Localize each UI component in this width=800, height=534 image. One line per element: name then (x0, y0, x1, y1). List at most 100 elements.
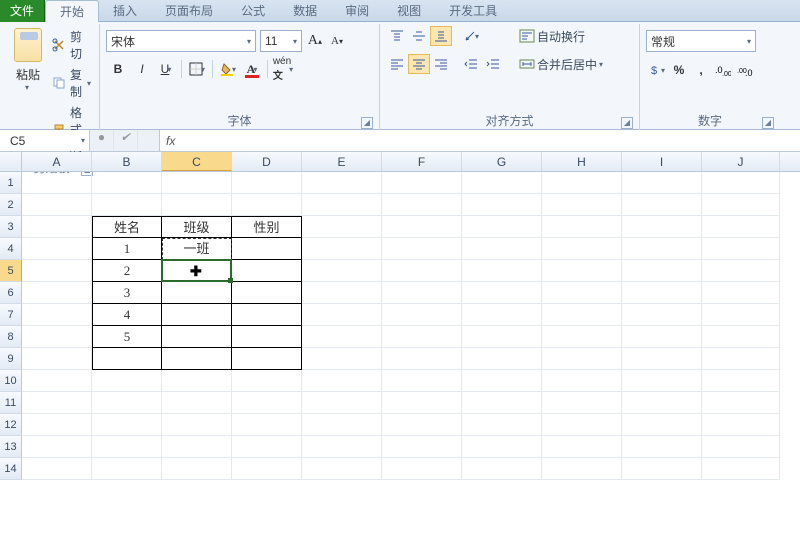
decrease-indent-button[interactable] (460, 54, 482, 74)
italic-button[interactable]: I (130, 58, 154, 80)
row-header-1[interactable]: 1 (0, 172, 22, 194)
cell-C5[interactable] (162, 260, 232, 282)
cancel-fx-button[interactable]: ● (90, 130, 114, 151)
font-family-combo[interactable]: 宋体▾ (106, 30, 256, 52)
cell-D6[interactable] (232, 282, 302, 304)
col-header-I[interactable]: I (622, 152, 702, 171)
tab-formulas[interactable]: 公式 (227, 0, 279, 22)
row-header-2[interactable]: 2 (0, 194, 22, 216)
cells-area[interactable]: 姓名 班级 性别 1 一班 2 3 (22, 172, 800, 480)
spreadsheet-grid[interactable]: A B C D E F G H I J 1 2 3 4 5 6 7 8 9 10… (0, 152, 800, 480)
paste-dropdown[interactable]: ▾ (25, 83, 29, 92)
row-header-7[interactable]: 7 (0, 304, 22, 326)
col-header-A[interactable]: A (22, 152, 92, 171)
increase-indent-button[interactable] (482, 54, 504, 74)
select-all-corner[interactable] (0, 152, 22, 171)
tab-developer[interactable]: 开发工具 (435, 0, 511, 22)
cell-D3[interactable]: 性别 (232, 216, 302, 238)
enter-fx-button[interactable]: ✔ (114, 130, 138, 151)
cell-D4[interactable] (232, 238, 302, 260)
cell-C4[interactable]: 一班 (162, 238, 232, 260)
comma-button[interactable]: , (690, 60, 712, 80)
row-header-9[interactable]: 9 (0, 348, 22, 370)
wrap-text-label: 自动换行 (537, 28, 585, 45)
tab-review[interactable]: 审阅 (331, 0, 383, 22)
cell-D8[interactable] (232, 326, 302, 348)
ribbon-tabs: 文件 开始 插入 页面布局 公式 数据 审阅 视图 开发工具 (0, 0, 800, 22)
cell-D7[interactable] (232, 304, 302, 326)
cell-C8[interactable] (162, 326, 232, 348)
accounting-format-button[interactable]: $▾ (646, 60, 668, 80)
fx-icon[interactable]: fx (160, 134, 175, 148)
tab-data[interactable]: 数据 (279, 0, 331, 22)
font-size-combo[interactable]: 11▾ (260, 30, 302, 52)
fill-color-button[interactable]: ▾ (216, 58, 240, 80)
number-format-combo[interactable]: 常规▾ (646, 30, 756, 52)
row-header-12[interactable]: 12 (0, 414, 22, 436)
name-box[interactable]: C5▾ (0, 130, 90, 151)
decrease-font-button[interactable]: A▾ (328, 31, 346, 51)
row-header-6[interactable]: 6 (0, 282, 22, 304)
cell-C6[interactable] (162, 282, 232, 304)
tab-view[interactable]: 视图 (383, 0, 435, 22)
row-header-11[interactable]: 11 (0, 392, 22, 414)
align-left-button[interactable] (386, 54, 408, 74)
group-label-number: 数字 ◢ (646, 110, 774, 132)
row-header-10[interactable]: 10 (0, 370, 22, 392)
font-color-button[interactable]: A▾ (240, 58, 264, 80)
cell-D9[interactable] (232, 348, 302, 370)
align-bottom-button[interactable] (430, 26, 452, 46)
row-header-3[interactable]: 3 (0, 216, 22, 238)
col-header-H[interactable]: H (542, 152, 622, 171)
cell-B5[interactable]: 2 (92, 260, 162, 282)
col-header-J[interactable]: J (702, 152, 780, 171)
align-center-button[interactable] (408, 54, 430, 74)
merge-center-button[interactable]: 合并后居中▾ (514, 54, 608, 74)
col-header-C[interactable]: C (162, 152, 232, 171)
row-header-5[interactable]: 5 (0, 260, 22, 282)
increase-font-button[interactable]: A▴ (306, 31, 324, 51)
col-header-D[interactable]: D (232, 152, 302, 171)
border-button[interactable]: ▾ (185, 58, 209, 80)
row-header-8[interactable]: 8 (0, 326, 22, 348)
cell-C7[interactable] (162, 304, 232, 326)
bold-button[interactable]: B (106, 58, 130, 80)
align-middle-button[interactable] (408, 26, 430, 46)
column-headers: A B C D E F G H I J (0, 152, 800, 172)
row-header-14[interactable]: 14 (0, 458, 22, 480)
cell-B7[interactable]: 4 (92, 304, 162, 326)
alignment-launcher[interactable]: ◢ (621, 117, 633, 129)
col-header-B[interactable]: B (92, 152, 162, 171)
tab-insert[interactable]: 插入 (99, 0, 151, 22)
cut-button[interactable]: 剪切 (52, 28, 91, 62)
cell-B6[interactable]: 3 (92, 282, 162, 304)
percent-button[interactable]: % (668, 60, 690, 80)
number-launcher[interactable]: ◢ (762, 117, 774, 129)
paste-label: 粘贴 (16, 66, 40, 83)
cell-C3[interactable]: 班级 (162, 216, 232, 238)
cell-B4[interactable]: 1 (92, 238, 162, 260)
cell-B9[interactable] (92, 348, 162, 370)
cell-B8[interactable]: 5 (92, 326, 162, 348)
col-header-F[interactable]: F (382, 152, 462, 171)
row-header-13[interactable]: 13 (0, 436, 22, 458)
orientation-button[interactable]: ▾ (460, 26, 482, 46)
copy-button[interactable]: 复制▾ (52, 66, 91, 100)
increase-decimal-button[interactable]: .0.00 (712, 60, 734, 80)
wrap-text-button[interactable]: 自动换行 (514, 26, 608, 46)
decrease-decimal-button[interactable]: .00.0 (734, 60, 756, 80)
align-right-button[interactable] (430, 54, 452, 74)
cell-C9[interactable] (162, 348, 232, 370)
tab-home[interactable]: 开始 (45, 0, 99, 22)
align-top-button[interactable] (386, 26, 408, 46)
font-launcher[interactable]: ◢ (361, 117, 373, 129)
cell-B3[interactable]: 姓名 (92, 216, 162, 238)
tab-page-layout[interactable]: 页面布局 (151, 0, 227, 22)
cell-D5[interactable] (232, 260, 302, 282)
col-header-G[interactable]: G (462, 152, 542, 171)
phonetic-button[interactable]: wén文▾ (271, 58, 295, 80)
underline-button[interactable]: U▾ (154, 58, 178, 80)
file-tab[interactable]: 文件 (0, 0, 45, 22)
col-header-E[interactable]: E (302, 152, 382, 171)
row-header-4[interactable]: 4 (0, 238, 22, 260)
